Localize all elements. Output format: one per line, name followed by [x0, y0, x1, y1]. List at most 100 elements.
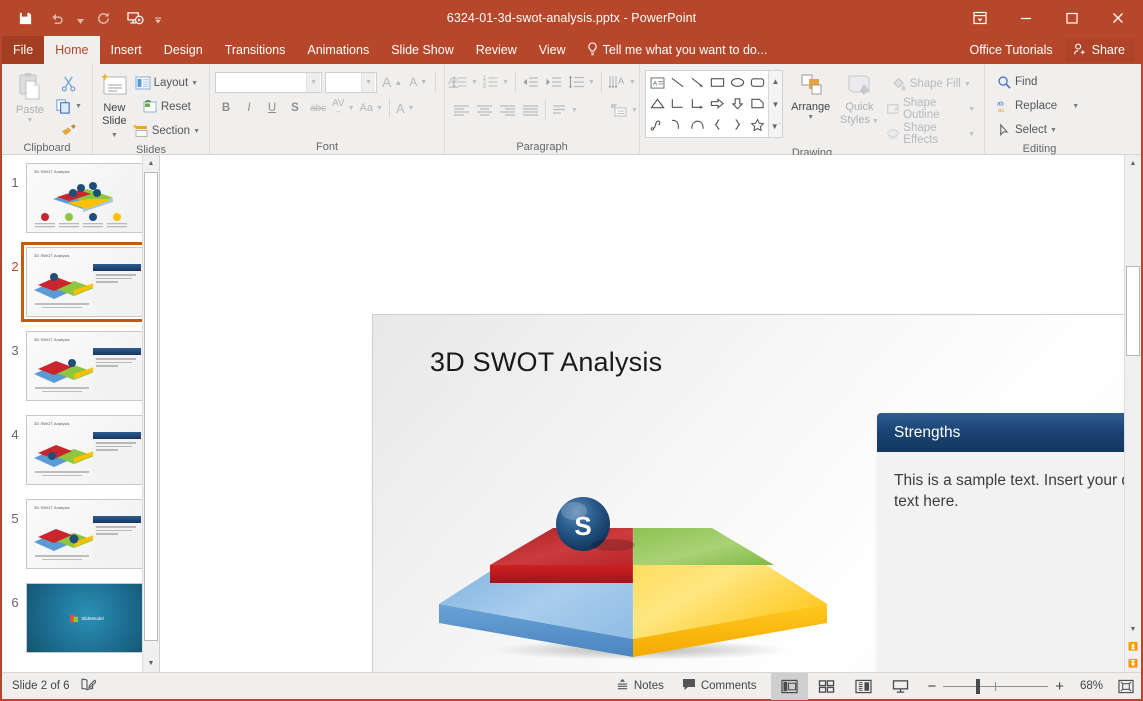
arc-shape-icon[interactable]	[687, 114, 707, 135]
copy-dropdown-icon[interactable]: ▼	[75, 103, 82, 110]
undo-dropdown-icon[interactable]	[74, 4, 86, 32]
tab-review[interactable]: Review	[465, 36, 528, 64]
bold-button[interactable]: B	[215, 97, 237, 119]
slide-thumbnail-1[interactable]: 1 3D SWOT Analysis	[2, 161, 159, 245]
fit-to-window-button[interactable]	[1111, 673, 1141, 700]
editor-scroll-down-button[interactable]: ▼	[1125, 621, 1141, 638]
paste-dropdown-icon[interactable]: ▼	[27, 117, 34, 124]
replace-dropdown-icon[interactable]: ▼	[1072, 103, 1079, 110]
slide-title[interactable]: 3D SWOT Analysis	[430, 347, 662, 378]
slide-sorter-view-button[interactable]	[808, 673, 845, 700]
slide-thumbnail-2[interactable]: 2 3D SWOT Analysis	[2, 245, 159, 329]
slide-show-view-button[interactable]	[882, 673, 919, 700]
convert-to-smartart-button[interactable]: ▼	[608, 99, 640, 121]
share-button[interactable]: Share	[1065, 38, 1135, 62]
font-size-dropdown-icon[interactable]: ▼	[361, 73, 375, 92]
thumbnail-scroll-track[interactable]	[143, 172, 159, 655]
normal-view-button[interactable]	[771, 673, 808, 700]
bullets-button[interactable]: ▼	[450, 71, 480, 93]
zoom-out-button[interactable]: −	[927, 678, 936, 695]
shapes-gallery[interactable]: A	[645, 70, 783, 138]
star-shape-icon[interactable]	[747, 114, 767, 135]
flowchart-shape-icon[interactable]	[747, 93, 767, 114]
tell-me-search[interactable]: Tell me what you want to do...	[577, 36, 778, 64]
new-slide-button[interactable]: New Slide ▼	[98, 69, 131, 141]
section-dropdown-icon[interactable]: ▼	[193, 128, 200, 135]
slide-thumbnail-3[interactable]: 3 3D SWOT Analysis	[2, 329, 159, 413]
editor-scroll-track[interactable]	[1125, 172, 1141, 621]
copy-button[interactable]: ▼	[53, 95, 84, 117]
change-case-button[interactable]: Aa▼	[358, 97, 385, 119]
decrease-indent-button[interactable]	[520, 71, 542, 93]
right-arrow-shape-icon[interactable]	[707, 93, 727, 114]
shape-outline-dropdown-icon[interactable]: ▼	[968, 106, 975, 113]
strengths-panel[interactable]: Strengths This is a sample text. Insert …	[877, 413, 1141, 672]
strengths-panel-header[interactable]: Strengths	[877, 413, 1141, 452]
paste-button[interactable]: Paste ▼	[7, 69, 53, 124]
close-button[interactable]	[1095, 0, 1141, 36]
swot-3d-diagram[interactable]: S	[435, 487, 835, 662]
elbow-connector-shape-icon[interactable]	[667, 93, 687, 114]
freeform-shape-icon[interactable]	[647, 114, 667, 135]
rectangle-shape-icon[interactable]	[707, 72, 727, 93]
tab-animations[interactable]: Animations	[296, 36, 380, 64]
slide-thumbnail-5[interactable]: 5 3D SWOT Analysis	[2, 497, 159, 581]
columns-button[interactable]: ▼	[550, 99, 580, 121]
thumbnail-scroll-down-button[interactable]: ▼	[143, 655, 159, 672]
shape-effects-button[interactable]: Shape Effects ▼	[884, 123, 979, 145]
quick-styles-dropdown-icon[interactable]: ▼	[870, 118, 879, 125]
strikethrough-button[interactable]: abc	[307, 97, 329, 119]
layout-dropdown-icon[interactable]: ▼	[191, 80, 198, 87]
right-brace-shape-icon[interactable]	[727, 114, 747, 135]
quick-styles-button[interactable]: Quick Styles ▼	[838, 70, 880, 127]
tab-file[interactable]: File	[2, 36, 44, 64]
text-shadow-button[interactable]: S	[284, 97, 306, 119]
increase-font-size-button[interactable]: A▲	[380, 71, 404, 93]
line-spacing-button[interactable]: ▼	[566, 71, 597, 93]
tab-design[interactable]: Design	[153, 36, 214, 64]
section-button[interactable]: Section ▼	[131, 120, 204, 142]
minimize-button[interactable]	[1003, 0, 1049, 36]
text-box-shape-icon[interactable]: A	[647, 72, 667, 93]
arrow-line-shape-icon[interactable]	[687, 72, 707, 93]
strengths-panel-body[interactable]: This is a sample text. Insert your desir…	[877, 452, 1141, 512]
font-name-dropdown-icon[interactable]: ▼	[306, 73, 320, 92]
reset-button[interactable]: Reset	[131, 96, 204, 118]
elbow-arrow-connector-shape-icon[interactable]	[687, 93, 707, 114]
save-button[interactable]	[10, 4, 40, 32]
find-button[interactable]: Find	[995, 71, 1041, 93]
customize-qat-icon[interactable]	[152, 4, 164, 32]
increase-indent-button[interactable]	[543, 71, 565, 93]
redo-button[interactable]	[88, 4, 118, 32]
layout-button[interactable]: Layout ▼	[131, 72, 204, 94]
justify-button[interactable]	[519, 99, 541, 121]
numbering-button[interactable]: 123 ▼	[481, 71, 511, 93]
align-right-button[interactable]	[496, 99, 518, 121]
thumbnail-scroll-up-button[interactable]: ▲	[143, 155, 159, 172]
slide-indicator[interactable]: Slide 2 of 6	[12, 680, 70, 692]
format-painter-button[interactable]	[53, 118, 84, 140]
notes-button[interactable]: Notes	[607, 673, 673, 700]
slide-thumbnail-6[interactable]: 6 SlideModel	[2, 581, 159, 665]
tab-insert[interactable]: Insert	[100, 36, 153, 64]
shapes-scroll-up-icon[interactable]: ▲	[769, 71, 782, 92]
replace-button[interactable]: abac Replace ▼	[995, 95, 1083, 117]
thumbnail-scroll-thumb[interactable]	[144, 172, 158, 641]
shape-fill-button[interactable]: Shape Fill ▼	[884, 73, 979, 95]
decrease-font-size-button[interactable]: A▼	[407, 71, 429, 93]
shapes-gallery-scrollbar[interactable]: ▲ ▼ ▼‾	[768, 71, 782, 137]
rounded-rectangle-shape-icon[interactable]	[747, 72, 767, 93]
start-presentation-button[interactable]	[120, 4, 150, 32]
align-left-button[interactable]	[450, 99, 472, 121]
line-shape-icon[interactable]	[667, 72, 687, 93]
align-center-button[interactable]	[473, 99, 495, 121]
font-size-combobox[interactable]: ▼	[325, 72, 377, 93]
left-brace-shape-icon[interactable]	[707, 114, 727, 135]
slide-editor[interactable]: 3D SWOT Analysis	[160, 155, 1141, 672]
new-slide-dropdown-icon[interactable]: ▼	[111, 132, 118, 139]
oval-shape-icon[interactable]	[727, 72, 747, 93]
reading-view-button[interactable]	[845, 673, 882, 700]
italic-button[interactable]: I	[238, 97, 260, 119]
maximize-button[interactable]	[1049, 0, 1095, 36]
slide-editor-scrollbar[interactable]: ▲ ▼ ⏫ ⏬	[1124, 155, 1141, 672]
